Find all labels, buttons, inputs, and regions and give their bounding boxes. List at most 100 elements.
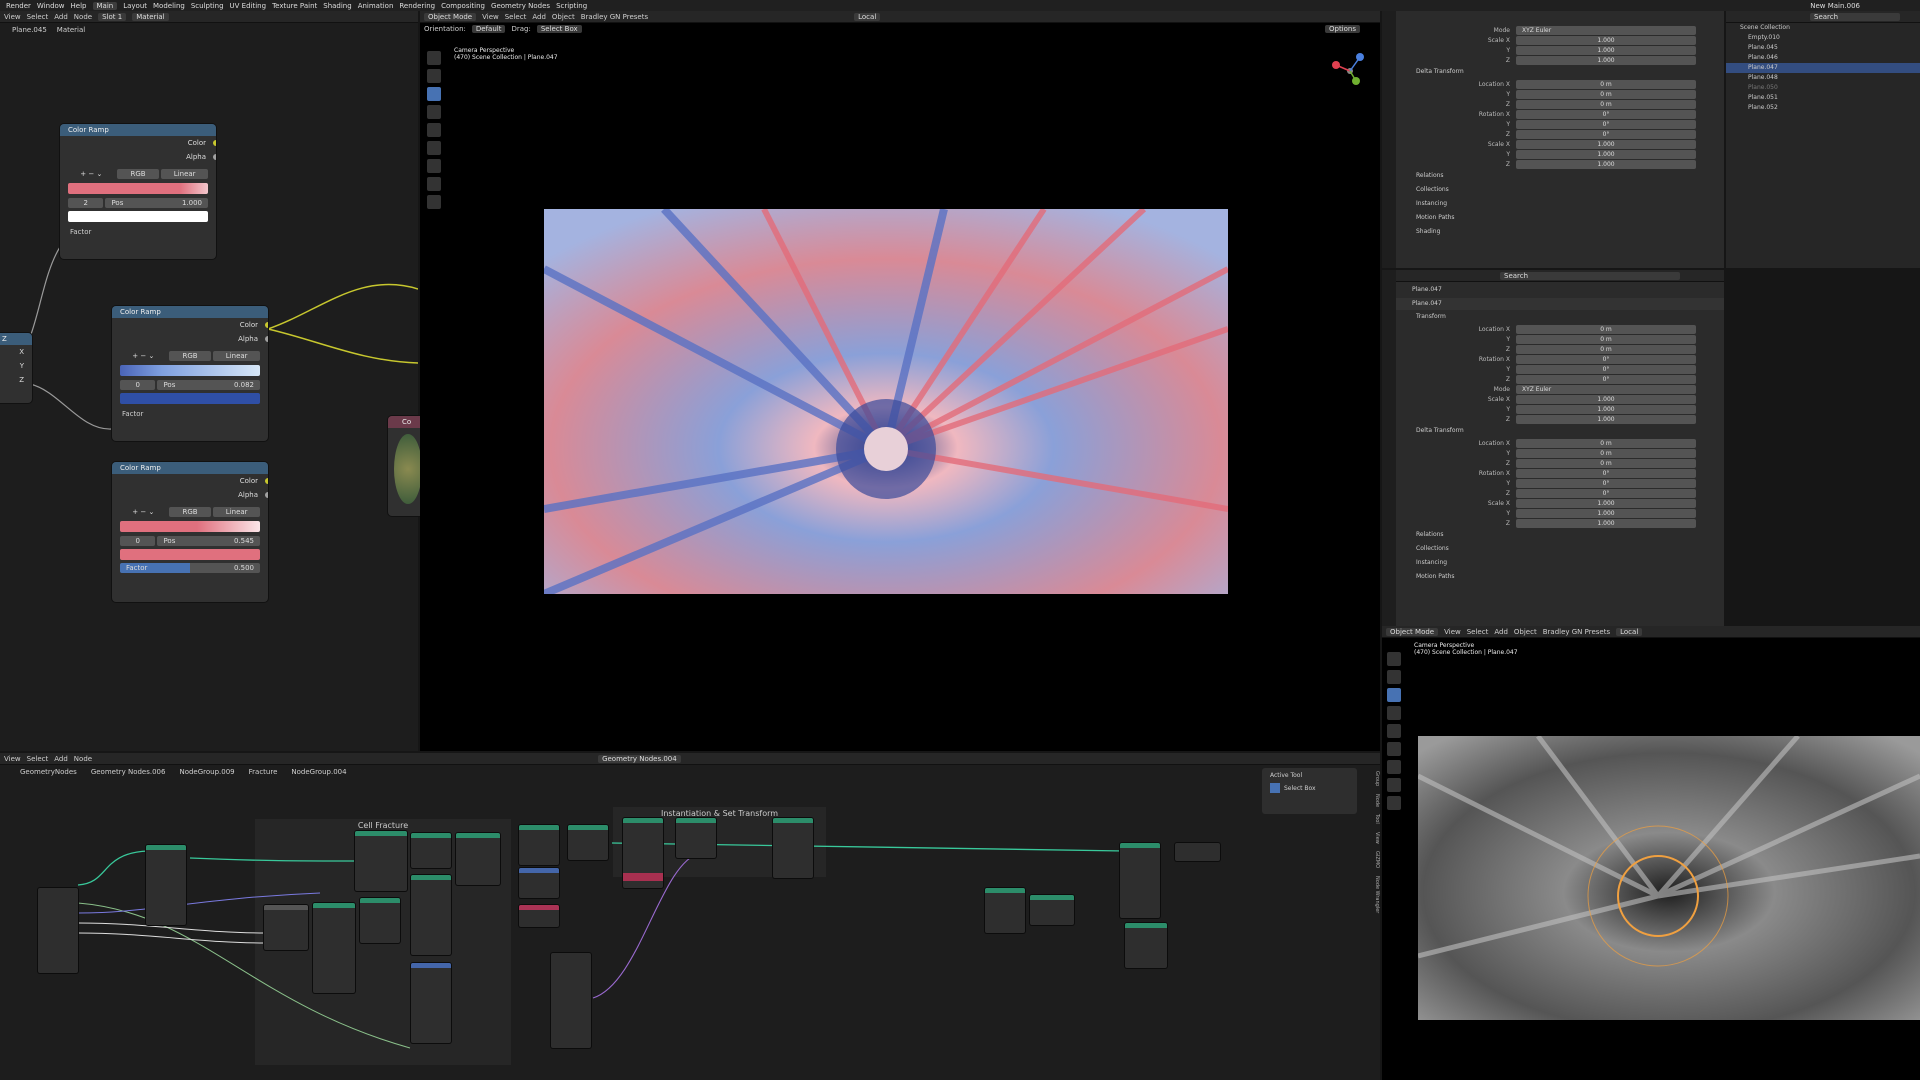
color-wheel[interactable]: [394, 434, 422, 504]
workspace-tab-animation[interactable]: Animation: [358, 2, 394, 10]
sample-node[interactable]: [519, 868, 559, 898]
menu-view[interactable]: View: [1444, 628, 1461, 636]
color-ramp-node-1[interactable]: Color Ramp Color Alpha + − ⌄ RGB Linear …: [60, 124, 216, 259]
color-ramp-gradient[interactable]: [68, 183, 208, 194]
delta-transform-section[interactable]: Delta Transform: [1396, 65, 1724, 79]
position-field[interactable]: Pos 0.545: [157, 536, 260, 546]
interpolation-dropdown[interactable]: Linear: [161, 169, 208, 179]
workspace-tab-shading[interactable]: Shading: [323, 2, 351, 10]
delta-rotation-y-field[interactable]: 0°: [1516, 119, 1696, 129]
object-mode-dropdown[interactable]: Object Mode: [1386, 627, 1439, 636]
side-tabs[interactable]: Group Node Tool View GIZMO Node Wrangler: [1362, 768, 1380, 968]
group-output-node[interactable]: [1175, 843, 1220, 861]
menu-help[interactable]: Help: [71, 2, 87, 10]
options-dropdown[interactable]: Options: [1324, 25, 1360, 33]
random-value-node[interactable]: [411, 963, 451, 1043]
delta-location-y-field[interactable]: 0 m: [1516, 448, 1696, 458]
separate-xyz-node[interactable]: Z X Y Z: [0, 333, 32, 403]
socket-icon[interactable]: [265, 336, 268, 342]
collections-section[interactable]: Collections: [1396, 183, 1724, 197]
position-field[interactable]: Pos 1.000: [105, 198, 208, 208]
workspace-tab-rendering[interactable]: Rendering: [399, 2, 435, 10]
stop-color-swatch[interactable]: [68, 211, 208, 222]
transform-geometry-node[interactable]: [146, 845, 186, 925]
workspace-tab-compositing[interactable]: Compositing: [441, 2, 485, 10]
move-tool-icon[interactable]: [1387, 688, 1401, 702]
color-mode-dropdown[interactable]: RGB: [168, 507, 212, 517]
interpolation-dropdown[interactable]: Linear: [213, 351, 260, 361]
delta-scale-y-field[interactable]: 1.000: [1516, 508, 1696, 518]
orientation-dropdown[interactable]: Default: [471, 25, 506, 33]
rotate-instances-node[interactable]: [773, 818, 813, 878]
drag-dropdown[interactable]: Select Box: [536, 25, 582, 33]
transform-orientation-dropdown[interactable]: Local: [854, 12, 881, 21]
join-geometry-node[interactable]: [568, 825, 608, 860]
geometry-node-editor[interactable]: View Select Add Node Geometry Nodes.004 …: [0, 753, 1380, 1080]
outliner-item[interactable]: Plane.046: [1726, 53, 1920, 63]
delta-scale-x-field[interactable]: 1.000: [1516, 139, 1696, 149]
transform-tool-icon[interactable]: [1387, 742, 1401, 756]
menu-view[interactable]: View: [482, 13, 499, 21]
instancing-section[interactable]: Instancing: [1396, 197, 1724, 211]
side-tab[interactable]: Node: [1374, 794, 1380, 807]
delta-scale-y-field[interactable]: 1.000: [1516, 149, 1696, 159]
outliner-search-input[interactable]: Search: [1810, 12, 1900, 21]
rotation-x-field[interactable]: 0°: [1516, 354, 1696, 364]
mesh-to-points-node[interactable]: [519, 825, 559, 865]
scene-collection-item[interactable]: Scene Collection: [1726, 23, 1920, 33]
location-y-field[interactable]: 0 m: [1516, 334, 1696, 344]
annotate-tool-icon[interactable]: [1387, 760, 1401, 774]
menu-window[interactable]: Window: [37, 2, 65, 10]
motion-paths-section[interactable]: Motion Paths: [1396, 570, 1724, 584]
menu-render[interactable]: Render: [6, 2, 31, 10]
move-tool-icon[interactable]: [427, 87, 441, 101]
properties-tabs[interactable]: [1382, 11, 1396, 268]
menu-object[interactable]: Object: [1514, 628, 1537, 636]
delta-transform-section[interactable]: Delta Transform: [1396, 424, 1724, 438]
delta-location-x-field[interactable]: 0 m: [1516, 79, 1696, 89]
location-x-field[interactable]: 0 m: [1516, 324, 1696, 334]
stop-color-swatch[interactable]: [120, 393, 260, 404]
rotation-z-field[interactable]: 0°: [1516, 374, 1696, 384]
outliner-item[interactable]: Plane.050: [1726, 83, 1920, 93]
scale-z-field[interactable]: 1.000: [1516, 414, 1696, 424]
scene-name[interactable]: New Main.006: [1810, 2, 1860, 10]
menu-add[interactable]: Add: [1494, 628, 1508, 636]
add-cube-tool-icon[interactable]: [1387, 796, 1401, 810]
scale-elements-node[interactable]: [456, 833, 500, 885]
presets-menu[interactable]: Bradley GN Presets: [1543, 628, 1610, 636]
delta-rotation-z-field[interactable]: 0°: [1516, 488, 1696, 498]
transform-orientation-dropdown[interactable]: Local: [1616, 627, 1643, 636]
instance-on-points-node[interactable]: [623, 818, 663, 888]
color-ramp-node-3[interactable]: Color Ramp Color Alpha + − ⌄ RGB Linear …: [112, 462, 268, 602]
group-input-node-2[interactable]: [551, 953, 591, 1048]
delta-location-z-field[interactable]: 0 m: [1516, 99, 1696, 109]
color-ramp-node-2[interactable]: Color Ramp Color Alpha + − ⌄ RGB Linear …: [112, 306, 268, 441]
workspace-tab-geonodes[interactable]: Geometry Nodes: [491, 2, 550, 10]
scale-z-field[interactable]: 1.000: [1516, 55, 1696, 65]
measure-tool-icon[interactable]: [1387, 778, 1401, 792]
socket-icon[interactable]: [265, 478, 268, 484]
delta-location-z-field[interactable]: 0 m: [1516, 458, 1696, 468]
color-ramp-gradient[interactable]: [120, 521, 260, 532]
rotation-y-field[interactable]: 0°: [1516, 364, 1696, 374]
translate-instances-node[interactable]: [676, 818, 716, 858]
delta-rotation-y-field[interactable]: 0°: [1516, 478, 1696, 488]
workspace-tab-layout[interactable]: Layout: [123, 2, 147, 10]
position-field[interactable]: Pos 0.082: [157, 380, 260, 390]
menu-object[interactable]: Object: [552, 13, 575, 21]
outliner-item[interactable]: Plane.051: [1726, 93, 1920, 103]
relations-section[interactable]: Relations: [1396, 528, 1724, 542]
side-tab[interactable]: View: [1374, 832, 1380, 844]
workspace-tab-sculpting[interactable]: Sculpting: [191, 2, 224, 10]
object-name-field[interactable]: Plane.047: [1396, 282, 1724, 298]
points-to-volume-node[interactable]: [411, 875, 451, 955]
location-z-field[interactable]: 0 m: [1516, 344, 1696, 354]
socket-icon[interactable]: [213, 154, 216, 160]
interpolation-dropdown[interactable]: Linear: [213, 507, 260, 517]
measure-tool-icon[interactable]: [427, 177, 441, 191]
rotation-mode-dropdown[interactable]: XYZ Euler: [1516, 384, 1696, 394]
rotation-mode-dropdown[interactable]: XYZ Euler: [1516, 25, 1696, 35]
object-data-field[interactable]: Plane.047: [1396, 298, 1724, 310]
main-viewport[interactable]: Object Mode View Select Add Object Bradl…: [420, 11, 1380, 751]
